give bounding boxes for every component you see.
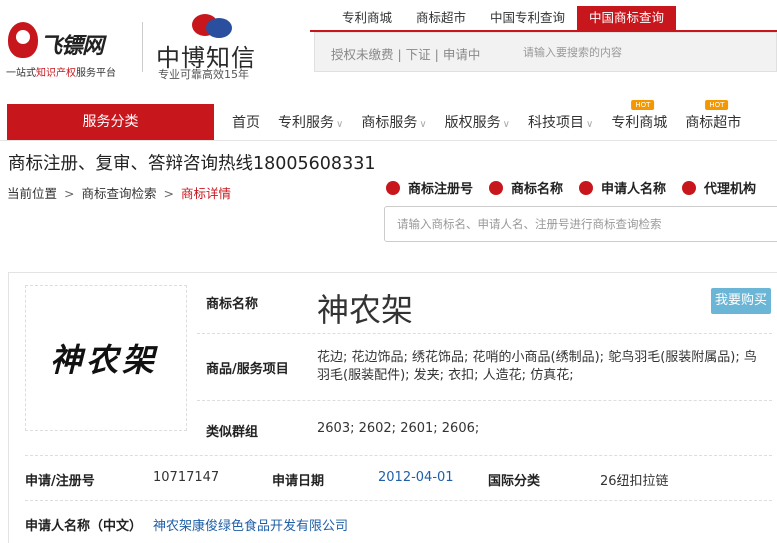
buy-button[interactable]: 我要购买: [711, 288, 771, 314]
applicant-value[interactable]: 神农架康俊绿色食品开发有限公司: [153, 515, 348, 534]
chevron-down-icon: ∨: [419, 119, 427, 130]
chevron-down-icon: ∨: [585, 119, 594, 130]
trademark-search-input[interactable]: [397, 213, 767, 235]
service-category-button[interactable]: 服务分类: [7, 104, 214, 141]
reg-value: 10717147: [153, 470, 220, 485]
row-divider: [197, 400, 772, 401]
nav-item-5[interactable]: 专利商城 HOT: [601, 100, 675, 141]
zhongbo-slogan: 专业可靠高效15年: [158, 68, 249, 81]
top-search-bar: 授权未缴费 | 下证 | 申请中: [314, 32, 777, 72]
nav-item-4[interactable]: 科技项目 ∨: [518, 104, 601, 141]
top-search-status[interactable]: 授权未缴费 | 下证 | 申请中: [331, 44, 480, 63]
logo-name: 飞镖网: [40, 34, 104, 59]
filter-reg-number[interactable]: 商标注册号: [386, 178, 473, 197]
tm-name-value: 神农架: [317, 291, 414, 329]
main-nav: 首页 专利服务 ∨ 商标服务 ∨ 版权服务 ∨ 科技项目 ∨ 专利商城 HOT 商标超市 HOT: [222, 100, 749, 141]
row-divider: [197, 333, 772, 334]
date-label: 申请日期: [272, 474, 325, 489]
top-links: 专利商城 商标超市 中国专利查询 中国商标查询: [330, 6, 677, 32]
top-link-patent-mall[interactable]: 专利商城: [330, 6, 404, 32]
radio-dot-icon: [682, 180, 697, 195]
consult-hotline: 商标注册、复审、答辩咨询热线18005608331: [8, 154, 376, 174]
filter-tm-name[interactable]: 商标名称: [489, 178, 563, 197]
nav-item-3[interactable]: 版权服务 ∨: [435, 104, 518, 141]
date-value: 2012-04-01: [378, 470, 454, 485]
top-search-input[interactable]: [523, 39, 763, 65]
logo-divider: [142, 22, 143, 72]
nav-divider: [0, 140, 777, 141]
radio-dot-icon: [579, 180, 594, 195]
nav-item-6[interactable]: 商标超市 HOT: [675, 100, 749, 141]
zhongbo-mark-icon: [192, 14, 232, 38]
breadcrumb: 当前位置 > 商标查询检索 > 商标详情: [7, 186, 232, 201]
breadcrumb-label: 当前位置: [7, 186, 58, 201]
hot-badge: HOT: [631, 100, 655, 110]
hot-badge: HOT: [705, 100, 729, 110]
breadcrumb-search[interactable]: 商标查询检索: [82, 186, 157, 201]
group-value: 2603; 2602; 2601; 2606;: [317, 421, 480, 436]
zhongbo-logo[interactable]: 中博知信 专业可靠高效15年: [152, 14, 282, 81]
chevron-down-icon: ∨: [502, 119, 510, 130]
goods-value: 花边; 花边饰品; 绣花饰品; 花哨的小商品(绣制品); 鸵鸟羽毛(服装附属品)…: [317, 350, 757, 383]
filter-agency[interactable]: 代理机构: [682, 178, 756, 197]
row-divider: [25, 500, 772, 501]
top-link-trademark-query[interactable]: 中国商标查询: [577, 6, 677, 32]
logo-slogan: 一站式知识产权服务平台: [6, 68, 116, 79]
row-divider: [25, 455, 772, 456]
nav-item-2[interactable]: 商标服务 ∨: [351, 104, 434, 141]
group-label: 类似群组: [206, 425, 259, 440]
nav-item-0[interactable]: 首页: [222, 104, 268, 141]
filter-applicant[interactable]: 申请人名称: [579, 178, 666, 197]
logo-mark-icon: [8, 22, 38, 58]
tm-name-label: 商标名称: [206, 297, 259, 312]
top-link-patent-query[interactable]: 中国专利查询: [478, 6, 577, 32]
radio-dot-icon: [386, 180, 400, 195]
goods-label: 商品/服务项目: [206, 362, 289, 377]
nav-item-1[interactable]: 专利服务 ∨: [268, 104, 351, 141]
trademark-search-box: [384, 206, 777, 242]
trademark-image: 神农架: [50, 341, 159, 379]
reg-label: 申请/注册号: [25, 474, 95, 489]
breadcrumb-current: 商标详情: [181, 186, 232, 201]
top-link-trademark-market[interactable]: 商标超市: [404, 6, 478, 32]
class-label: 国际分类: [488, 474, 541, 489]
class-value: 26纽扣拉链: [600, 474, 669, 489]
applicant-label: 申请人名称（中文）: [25, 519, 143, 534]
search-filters: 商标注册号 商标名称 申请人名称 代理机构: [386, 178, 756, 197]
feibiao-logo[interactable]: 飞镖网 一站式知识产权服务平台: [6, 14, 136, 79]
radio-dot-icon: [489, 180, 504, 195]
chevron-down-icon: ∨: [336, 119, 344, 130]
